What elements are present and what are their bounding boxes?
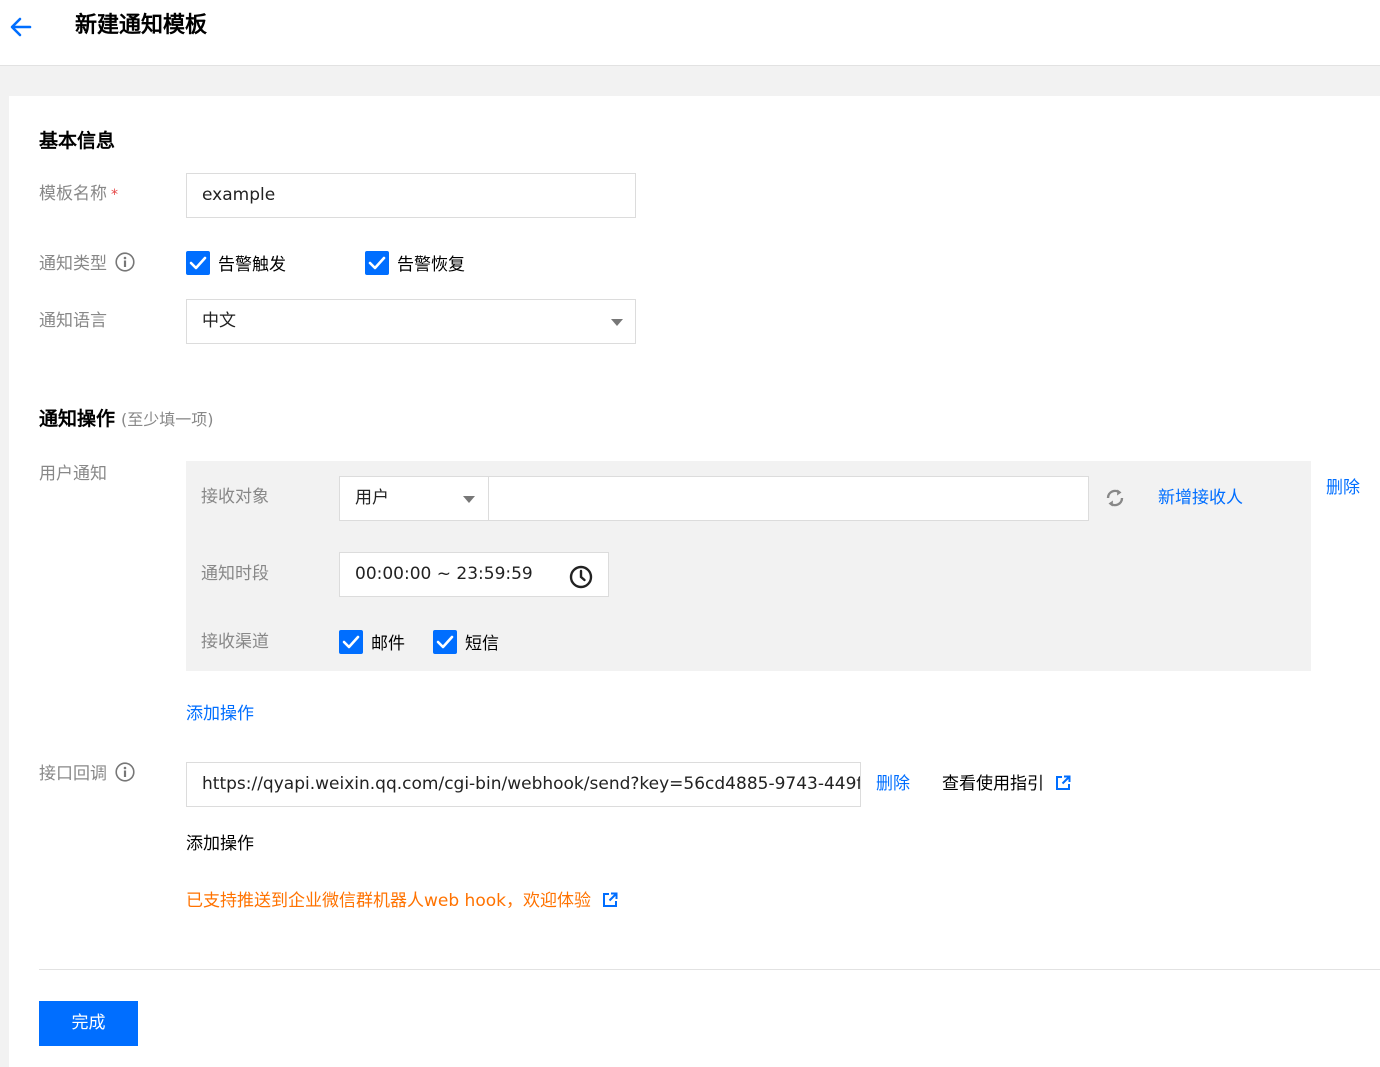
external-link-icon: [1055, 774, 1071, 790]
callback-label: 接口回调: [39, 762, 135, 786]
period-label: 通知时段: [201, 564, 269, 584]
callback-url-input[interactable]: https://qyapi.weixin.qq.com/cgi-bin/webh…: [186, 762, 861, 807]
form-card: 基本信息 模板名称 * example 通知类型 告警触发 告警恢复 通知语言 中…: [9, 96, 1380, 1067]
caret-down-icon: [611, 319, 623, 326]
section-title-basic: 基本信息: [39, 130, 116, 152]
template-name-label: 模板名称 *: [39, 182, 118, 207]
time-range-value: 00:00:00 ~ 23:59:59: [355, 564, 533, 584]
checkbox-sms[interactable]: 短信: [433, 629, 499, 654]
time-range-picker[interactable]: 00:00:00 ~ 23:59:59: [339, 552, 609, 597]
arrow-left-icon[interactable]: [8, 14, 34, 40]
language-select[interactable]: 中文: [186, 299, 636, 344]
checkmark-icon: [339, 629, 363, 654]
divider: [39, 969, 1380, 970]
section-hint: (至少填一项): [121, 410, 214, 429]
language-select-value: 中文: [202, 311, 236, 331]
notify-type-label: 通知类型: [39, 252, 135, 276]
usage-guide-link[interactable]: 查看使用指引: [942, 772, 1071, 796]
receiver-label: 接收对象: [201, 487, 269, 507]
channel-label: 接收渠道: [201, 632, 269, 652]
clock-icon: [569, 563, 593, 589]
notify-type-label-text: 通知类型: [39, 254, 107, 274]
add-operation-text[interactable]: 添加操作: [186, 832, 254, 856]
receiver-type-select[interactable]: 用户: [339, 476, 489, 521]
webhook-notice-text: 已支持推送到企业微信群机器人web hook，欢迎体验: [186, 891, 591, 911]
receiver-input[interactable]: [488, 476, 1089, 521]
checkmark-icon: [186, 250, 210, 275]
receiver-type-value: 用户: [355, 488, 389, 508]
caret-down-icon: [463, 496, 475, 503]
external-link-icon: [602, 891, 618, 907]
webhook-notice[interactable]: 已支持推送到企业微信群机器人web hook，欢迎体验: [186, 889, 618, 913]
info-icon[interactable]: [115, 252, 135, 272]
submit-button[interactable]: 完成: [39, 1001, 138, 1046]
section-title-ops: 通知操作 (至少填一项): [39, 405, 214, 434]
checkbox-label: 告警触发: [218, 255, 286, 275]
top-bar: 新建通知模板: [0, 0, 1380, 66]
notify-lang-label: 通知语言: [39, 311, 107, 331]
page-title: 新建通知模板: [75, 13, 208, 38]
user-notify-label: 用户通知: [39, 464, 107, 484]
add-receiver-link[interactable]: 新增接收人: [1158, 486, 1243, 510]
callback-label-text: 接口回调: [39, 764, 107, 784]
checkbox-label: 邮件: [371, 634, 405, 654]
delete-callback-link[interactable]: 删除: [876, 772, 910, 796]
checkmark-icon: [365, 250, 389, 275]
checkbox-alarm-recover[interactable]: 告警恢复: [365, 250, 465, 275]
user-notify-panel: 接收对象 用户 新增接收人 通知时段 00:00:00 ~ 23:59:59 接…: [186, 461, 1311, 671]
usage-guide-text: 查看使用指引: [942, 774, 1044, 794]
checkbox-label: 告警恢复: [397, 255, 465, 275]
info-icon[interactable]: [115, 762, 135, 782]
checkbox-alarm-trigger[interactable]: 告警触发: [186, 250, 286, 275]
template-name-input[interactable]: example: [186, 173, 636, 218]
refresh-icon[interactable]: [1104, 487, 1126, 509]
template-name-label-text: 模板名称: [39, 184, 107, 204]
add-operation-link[interactable]: 添加操作: [186, 702, 254, 726]
checkbox-label: 短信: [465, 634, 499, 654]
delete-user-notify-link[interactable]: 删除: [1326, 476, 1360, 500]
required-mark: *: [111, 187, 118, 203]
checkmark-icon: [433, 629, 457, 654]
section-title-ops-text: 通知操作: [39, 408, 116, 430]
checkbox-email[interactable]: 邮件: [339, 629, 405, 654]
